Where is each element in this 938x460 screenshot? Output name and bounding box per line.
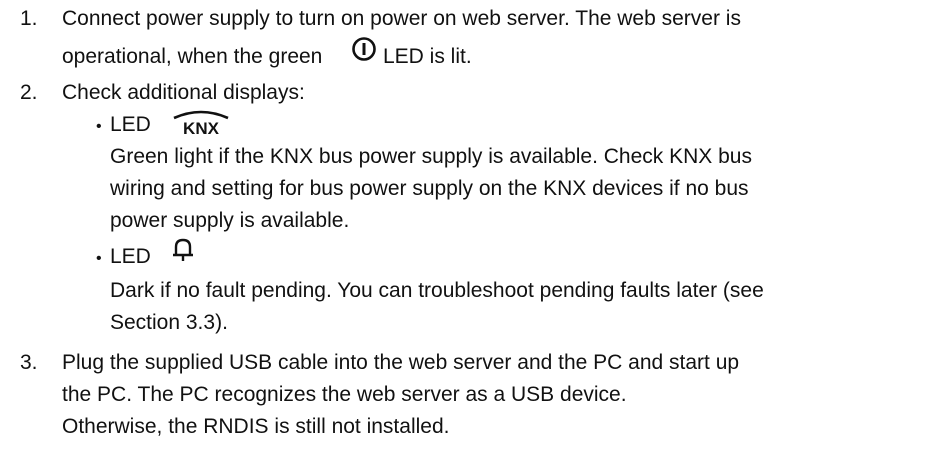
step-text-line: Connect power supply to turn on power on… <box>62 7 741 30</box>
bullet: • <box>96 250 102 267</box>
step-number: 1. <box>20 7 38 30</box>
item-text-line: wiring and setting for bus power supply … <box>110 177 749 200</box>
step-text-line: operational, when the green <box>62 45 323 68</box>
item-text-line: Dark if no fault pending. You can troubl… <box>110 279 764 302</box>
step-text-line: the PC. The PC recognizes the web server… <box>62 383 627 406</box>
step-text-line: Check additional displays: <box>62 81 305 104</box>
step-number: 2. <box>20 81 38 104</box>
step-text-line: LED is lit. <box>383 45 472 68</box>
svg-text:KNX: KNX <box>183 119 220 136</box>
instruction-document: 1. Connect power supply to turn on power… <box>0 0 938 460</box>
power-icon <box>351 36 377 62</box>
step-text-line: Otherwise, the RNDIS is still not instal… <box>62 415 450 438</box>
led-label: LED <box>110 245 151 268</box>
step-text-line: Plug the supplied USB cable into the web… <box>62 351 740 374</box>
bell-icon <box>170 236 196 264</box>
step-number: 3. <box>20 351 38 374</box>
knx-logo-icon: KNX <box>170 108 232 138</box>
item-text-line: Green light if the KNX bus power supply … <box>110 145 752 168</box>
item-text-line: Section 3.3). <box>110 311 228 334</box>
item-text-line: power supply is available. <box>110 209 350 232</box>
led-label: LED <box>110 113 151 136</box>
bullet: • <box>96 118 102 135</box>
